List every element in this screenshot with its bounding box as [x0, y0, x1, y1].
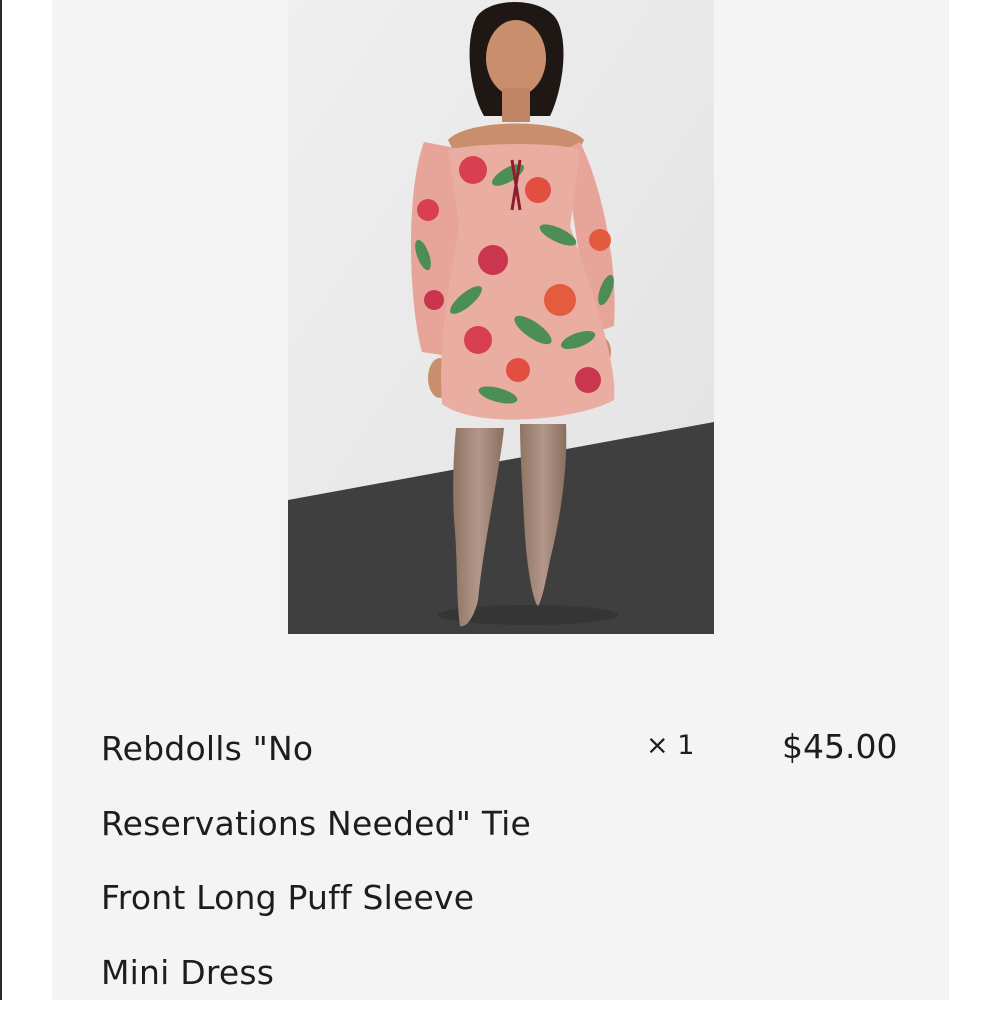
item-quantity: × 1 — [646, 730, 694, 761]
dress-photo-illustration — [288, 0, 714, 634]
product-name-line: Front Long Puff Sleeve — [101, 861, 581, 936]
page-edge — [0, 0, 2, 1000]
product-image[interactable] — [288, 0, 714, 634]
product-name-line: Rebdolls "No — [101, 712, 581, 787]
product-name[interactable]: Rebdolls "No Reservations Needed" Tie Fr… — [101, 712, 581, 1010]
item-price: $45.00 — [782, 727, 897, 766]
product-name-line: Mini Dress — [101, 936, 581, 1010]
order-item-card: Rebdolls "No Reservations Needed" Tie Fr… — [52, 0, 949, 1000]
product-name-line: Reservations Needed" Tie — [101, 787, 581, 862]
